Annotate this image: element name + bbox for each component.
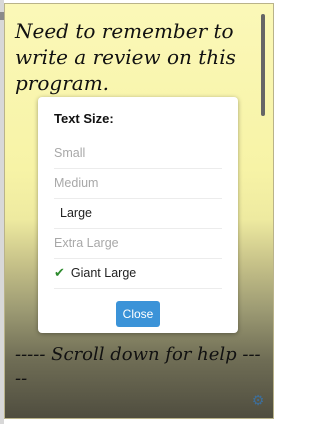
scrollbar-thumb[interactable] [261, 14, 265, 116]
option-large[interactable]: Large [54, 199, 222, 229]
check-icon: ✔ [54, 266, 65, 281]
note-text[interactable]: Need to remember to write a review on th… [15, 18, 251, 96]
sticky-note-window: Need to remember to write a review on th… [0, 0, 278, 424]
option-label: Small [54, 146, 86, 160]
option-small[interactable]: Small [54, 139, 222, 169]
gear-icon[interactable]: ⚙ [251, 394, 265, 408]
option-extra-large[interactable]: Extra Large [54, 229, 222, 259]
option-label: Giant Large [70, 266, 137, 280]
option-label: Large [60, 206, 92, 220]
option-label: Extra Large [54, 236, 119, 250]
note-help-hint: ----- Scroll down for help ----- [15, 344, 261, 389]
text-size-dialog: Text Size: Small Medium Large Extra Larg… [38, 97, 238, 333]
dialog-title: Text Size: [54, 111, 114, 126]
option-medium[interactable]: Medium [54, 169, 222, 199]
close-button[interactable]: Close [116, 301, 160, 327]
option-label: Medium [54, 176, 99, 190]
option-giant-large[interactable]: ✔ Giant Large [54, 259, 222, 289]
